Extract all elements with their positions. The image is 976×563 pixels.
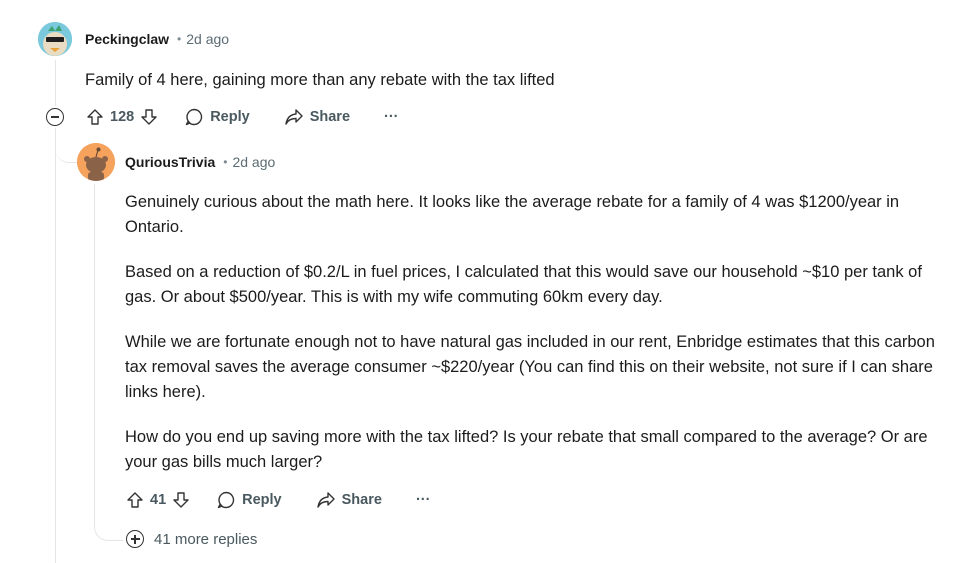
downvote-button[interactable] [172,491,190,509]
share-label: Share [309,109,351,125]
more-options-button[interactable]: ··· [416,492,431,508]
upvote-button[interactable] [126,491,144,509]
thread-line-reply [94,184,95,524]
share-button[interactable]: Share [284,107,350,127]
comment-author[interactable]: Peckingclaw [85,31,169,47]
reply-paragraph: Genuinely curious about the math here. I… [125,193,900,236]
reply-button[interactable]: Reply [184,107,250,127]
comment-time[interactable]: 2d ago [186,31,229,47]
vote-count: 41 [150,492,167,508]
reply-paragraph: How do you end up saving more with the t… [125,428,928,471]
upvote-button[interactable] [86,108,104,126]
share-icon [285,109,303,125]
reply-paragraph: While we are fortunate enough not to hav… [125,333,935,401]
comment-bubble-icon [186,108,203,126]
reply-button[interactable]: Reply [216,490,282,510]
thread-connector [55,130,77,163]
downvote-icon [141,109,157,125]
meta-separator: • [177,32,182,46]
reply-body: Genuinely curious about the math here. I… [125,190,935,495]
reply-paragraph: Based on a reduction of $0.2/L in fuel p… [125,263,922,306]
comment-actions: 128 Reply Share ··· [86,106,399,128]
reply-meta: QuriousTrivia • 2d ago [125,154,275,170]
upvote-icon [87,109,103,125]
vote-count: 128 [110,109,135,125]
share-button[interactable]: Share [316,490,382,510]
share-label: Share [341,492,382,508]
reply-author[interactable]: QuriousTrivia [125,154,215,170]
more-options-icon: ··· [384,109,399,125]
downvote-icon [173,492,189,508]
reply-label: Reply [210,109,250,125]
comment-text: Family of 4 here, gaining more than any … [85,71,555,89]
comment-body: Family of 4 here, gaining more than any … [85,68,935,93]
thread-line-main-lower [55,128,56,563]
avatar-peckingclaw[interactable] [38,22,72,56]
snoo-avatar-icon [77,143,115,181]
avatar-quirioustrivia[interactable] [77,143,115,181]
downvote-button[interactable] [140,108,158,126]
plus-circle-icon [126,530,144,548]
thread-line-main [55,60,56,106]
collapse-thread-button[interactable] [46,108,64,126]
upvote-icon [127,492,143,508]
reply-label: Reply [242,492,282,508]
more-replies-button[interactable]: 41 more replies [126,530,257,548]
bird-avatar-icon [38,22,72,56]
more-replies-label: 41 more replies [154,530,258,548]
comment-meta: Peckingclaw • 2d ago [85,31,229,47]
more-options-icon: ··· [415,492,431,508]
comment-bubble-icon [217,491,235,509]
reply-time[interactable]: 2d ago [232,154,275,170]
reply-actions: 41 Reply Share ··· [126,489,430,511]
share-icon [316,492,335,508]
more-options-button[interactable]: ··· [384,109,399,125]
more-replies-connector [94,515,123,541]
meta-separator: • [223,155,228,169]
